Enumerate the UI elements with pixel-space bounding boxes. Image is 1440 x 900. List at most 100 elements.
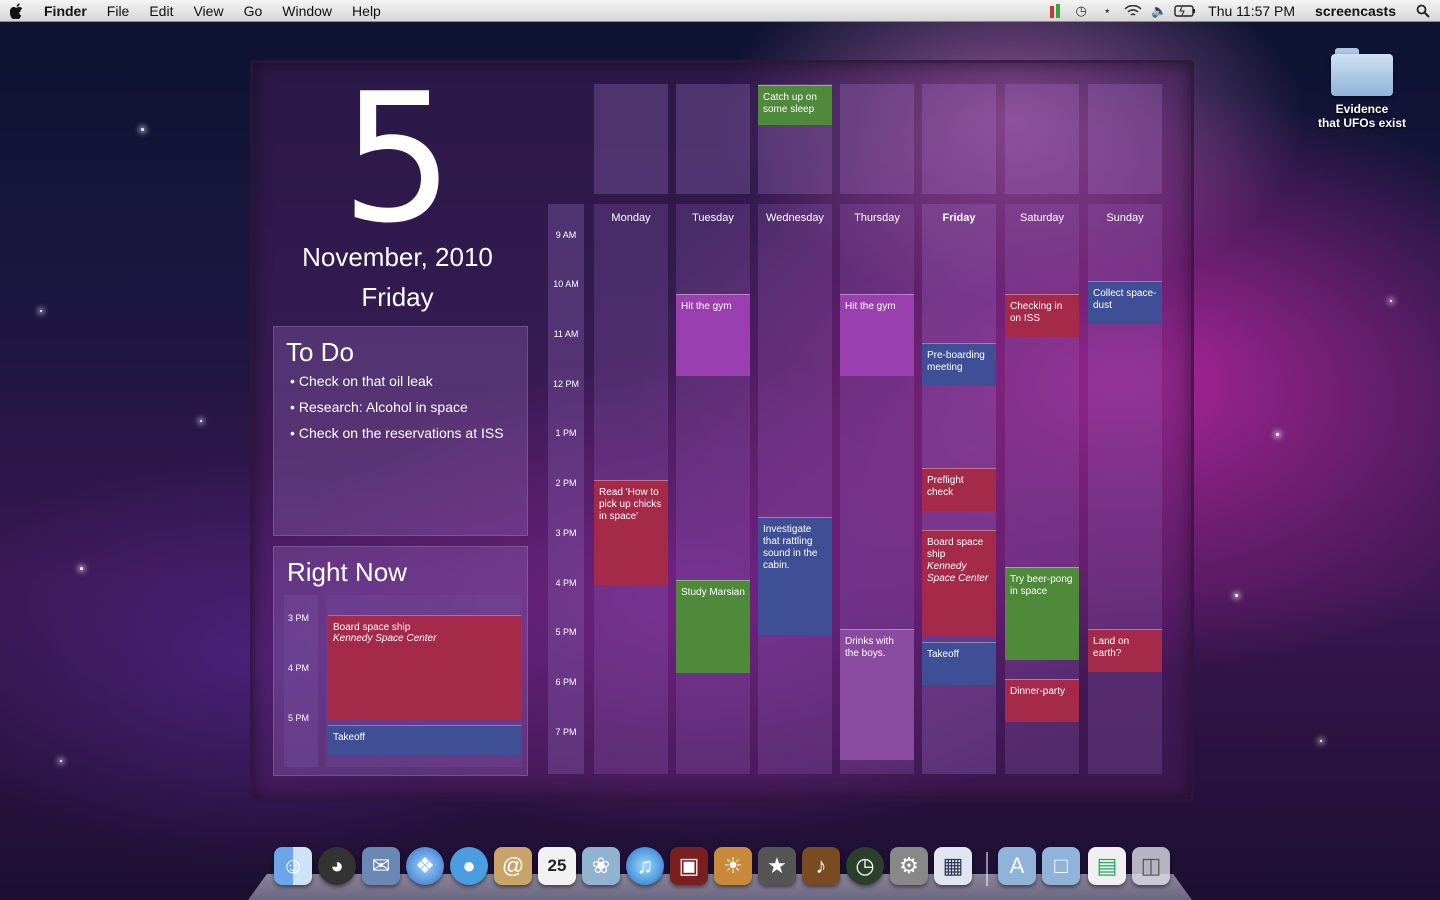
ichat-icon[interactable]: ● [450, 847, 488, 885]
imovie-icon[interactable]: ★ [758, 847, 796, 885]
event-location: Kennedy Space Center [927, 561, 989, 584]
calendar-event[interactable]: Dinner-party [1005, 679, 1079, 722]
calendar-event[interactable]: Read 'How to pick up chicks in space' [594, 480, 668, 585]
volume-icon[interactable]: 🔈 [1146, 0, 1172, 21]
hour-label: 11 AM [553, 329, 579, 339]
calendar-event[interactable]: Collect space-dust [1088, 281, 1162, 324]
right-now-hour-label: 3 PM [288, 613, 310, 623]
date-day-number: 5 [340, 55, 455, 262]
event-title: Read 'How to pick up chicks in space' [599, 487, 662, 522]
applications-folder-icon[interactable]: A [998, 847, 1036, 885]
wifi-icon[interactable] [1120, 0, 1146, 21]
right-now-event[interactable]: Takeoff [328, 725, 521, 755]
allday-cell-thursday[interactable] [840, 84, 914, 194]
todo-item[interactable]: Research: Alcohol in space [290, 399, 504, 415]
event-title: Takeoff [927, 649, 960, 660]
day-column-tuesday[interactable] [676, 204, 750, 774]
right-now-title: Right Now [287, 557, 407, 587]
calendar-event[interactable]: Preflight check [922, 468, 996, 511]
event-title: Catch up on some sleep [763, 92, 817, 115]
calendar-event[interactable]: Study Marsian [676, 580, 750, 673]
right-now-event[interactable]: Board space ship Kennedy Space Center [328, 615, 521, 719]
allday-cell-sunday[interactable] [1088, 84, 1162, 194]
right-now-hour-label: 4 PM [288, 663, 310, 673]
menu-help[interactable]: Help [342, 3, 391, 19]
event-title: Drinks with the boys. [845, 636, 894, 659]
day-header-current: Friday [942, 212, 976, 224]
battery-icon[interactable] [1172, 0, 1198, 21]
time-column [548, 204, 584, 774]
event-title: Land on earth? [1093, 636, 1130, 659]
calendar-event[interactable]: Try beer-pong in space [1005, 567, 1079, 660]
allday-cell-monday[interactable] [594, 84, 668, 194]
dashboard-icon[interactable]: ◕ [318, 847, 356, 885]
menu-user[interactable]: screencasts [1305, 3, 1406, 19]
apple-menu-icon[interactable] [0, 2, 34, 19]
system-preferences-icon[interactable]: ⚙ [890, 847, 928, 885]
calendar-event[interactable]: Investigate that rattling sound in the c… [758, 517, 832, 635]
day-header: Saturday [1019, 212, 1065, 224]
hour-label: 6 PM [555, 677, 577, 687]
calendar-event[interactable]: Takeoff [922, 642, 996, 685]
todo-item[interactable]: Check on that oil leak [290, 373, 504, 389]
allday-event[interactable]: Catch up on some sleep [758, 85, 832, 125]
preview-icon[interactable]: ☀ [714, 847, 752, 885]
day-header: Tuesday [692, 212, 734, 224]
event-title: Dinner-party [1010, 686, 1066, 697]
event-title: Hit the gym [845, 301, 896, 312]
trash-icon[interactable]: ◫ [1132, 847, 1170, 885]
file-icon[interactable]: ▤ [1088, 847, 1126, 885]
todo-title: To Do [286, 337, 354, 367]
hour-label: 2 PM [555, 478, 577, 488]
menu-edit[interactable]: Edit [139, 3, 183, 19]
calendar-event[interactable]: Pre-boarding meeting [922, 343, 996, 386]
garageband-icon[interactable]: ♪ [802, 847, 840, 885]
event-title: Collect space-dust [1093, 288, 1157, 311]
allday-cell-friday[interactable] [922, 84, 996, 194]
address-book-icon[interactable]: @ [494, 847, 532, 885]
todo-list: Check on that oil leak Research: Alcohol… [290, 373, 504, 451]
calendar-event[interactable]: Hit the gym [840, 294, 914, 376]
calendar-event[interactable]: Board space ship Kennedy Space Center [922, 530, 996, 636]
event-title: Hit the gym [681, 301, 732, 312]
photo-booth-icon[interactable]: ▣ [670, 847, 708, 885]
menu-clock[interactable]: Thu 11:57 PM [1198, 3, 1305, 19]
bluetooth-icon[interactable]: ⋆ [1094, 0, 1120, 21]
finder-icon[interactable]: ☺ [274, 847, 312, 885]
itunes-icon[interactable]: ♫ [626, 847, 664, 885]
menu-view[interactable]: View [183, 3, 233, 19]
calendar-event[interactable]: Drinks with the boys. [840, 629, 914, 760]
hour-label: 10 AM [553, 279, 579, 289]
right-now-box: Right Now 3 PM 4 PM 5 PM Board space shi… [273, 546, 528, 776]
allday-cell-tuesday[interactable] [676, 84, 750, 194]
hour-label: 12 PM [552, 379, 579, 389]
iphoto-icon[interactable]: ❀ [582, 847, 620, 885]
desktop-folder[interactable]: Evidence that UFOs exist [1316, 48, 1408, 130]
calendar-event[interactable]: Hit the gym [676, 294, 750, 376]
menu-go[interactable]: Go [234, 3, 273, 19]
todo-item[interactable]: Check on the reservations at ISS [290, 425, 504, 441]
menu-window[interactable]: Window [272, 3, 342, 19]
date-month-year: November, 2010 [302, 242, 493, 272]
time-machine-icon[interactable]: ◷ [846, 847, 884, 885]
menu-meter-icon[interactable] [1042, 0, 1068, 21]
mail-icon[interactable]: ✉ [362, 847, 400, 885]
hour-label: 1 PM [555, 428, 577, 438]
menu-file[interactable]: File [97, 3, 140, 19]
day-column-wednesday[interactable] [758, 204, 832, 774]
calendar-event[interactable]: Checking in on ISS [1005, 294, 1079, 337]
spotlight-search-icon[interactable] [1406, 0, 1440, 21]
calendar-event[interactable]: Land on earth? [1088, 629, 1162, 672]
day-header: Sunday [1106, 212, 1144, 224]
documents-folder-icon[interactable]: □ [1042, 847, 1080, 885]
calendar-widget-icon[interactable]: ▦ [934, 847, 972, 885]
event-title: Board space ship [927, 537, 984, 560]
folder-label-line1: Evidence [1335, 102, 1389, 116]
right-now-hour-label: 5 PM [288, 713, 310, 723]
ical-icon[interactable]: 25 [538, 847, 576, 885]
todo-box: To Do Check on that oil leak Research: A… [273, 326, 528, 536]
safari-icon[interactable]: ❖ [406, 847, 444, 885]
time-machine-icon[interactable]: ◷ [1068, 0, 1094, 21]
menu-app-name[interactable]: Finder [34, 3, 97, 19]
allday-cell-saturday[interactable] [1005, 84, 1079, 194]
